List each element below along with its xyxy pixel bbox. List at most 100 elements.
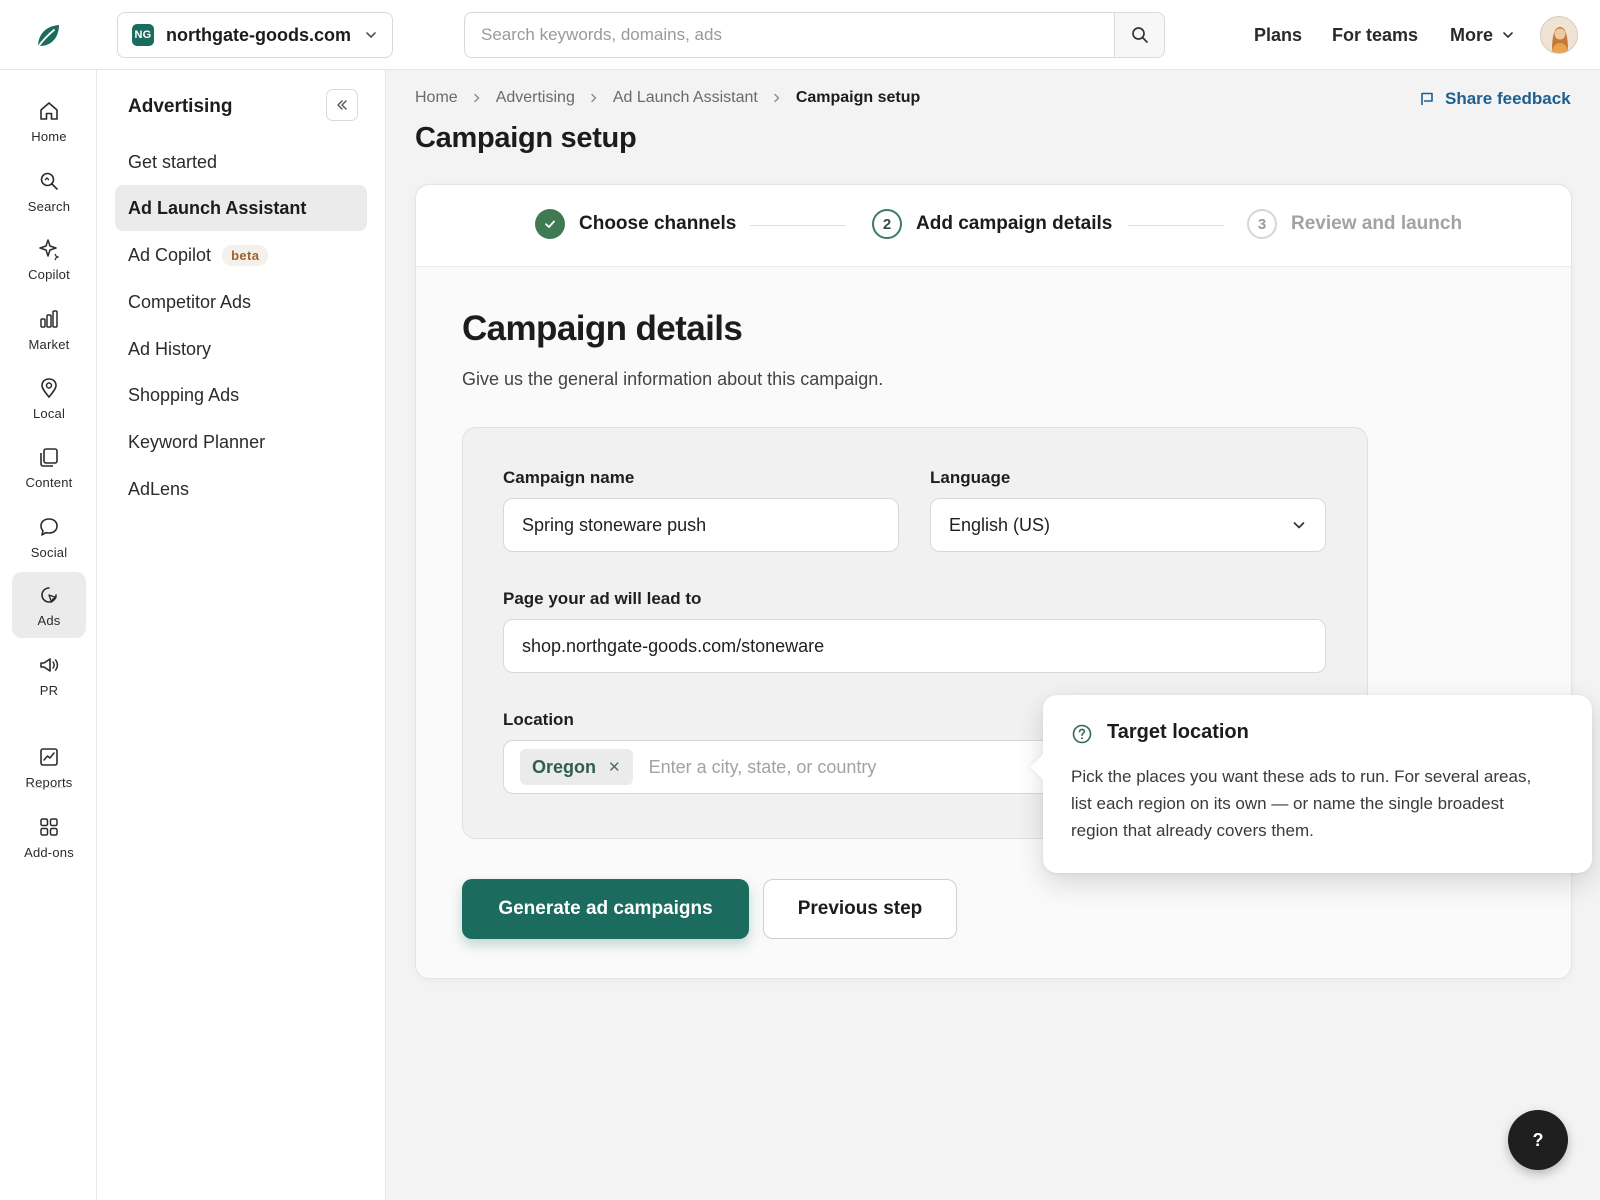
line-chart-icon (40, 747, 58, 766)
rail-label: Ads (37, 612, 61, 628)
target-cursor-icon (41, 586, 57, 603)
location-placeholder: Enter a city, state, or country (648, 756, 877, 777)
user-avatar-icon (1541, 17, 1577, 53)
search-input[interactable] (465, 13, 1114, 57)
step-connector (750, 225, 846, 226)
share-feedback-label: Share feedback (1445, 89, 1571, 108)
rail-local[interactable]: Local (12, 365, 86, 431)
search-button[interactable] (1114, 13, 1164, 57)
avatar[interactable] (1540, 16, 1578, 54)
chevron-down-icon (1293, 522, 1305, 529)
step-label: Add campaign details (916, 213, 1113, 234)
rail-add-ons[interactable]: Add-ons (12, 804, 86, 870)
page-title: Campaign setup (415, 122, 637, 154)
breadcrumb-home[interactable]: Home (415, 89, 458, 107)
language-value: English (US) (949, 514, 1051, 535)
location-label: Location (503, 710, 574, 729)
step-number: 2 (872, 209, 902, 239)
sidebar-item-adlens[interactable]: AdLens (115, 466, 367, 512)
help-button[interactable]: ? (1508, 1110, 1568, 1170)
section-subtitle: Give us the general information about th… (462, 369, 884, 389)
generate-ad-campaigns-button[interactable]: Generate ad campaigns (462, 879, 749, 939)
grid-icon (40, 817, 58, 836)
sidebar-item-competitor-ads[interactable]: Competitor Ads (115, 279, 367, 325)
nav-for-teams[interactable]: For teams (1332, 0, 1418, 70)
chevron-down-icon (1503, 32, 1513, 38)
collapse-sidebar-button[interactable] (326, 89, 358, 121)
target-location-tooltip: Target location Pick the places you want… (1043, 695, 1592, 873)
feedback-flag-icon (1421, 92, 1433, 105)
remove-chip-icon[interactable]: ✕ (608, 758, 621, 776)
breadcrumb-advertising[interactable]: Advertising (496, 89, 575, 107)
nav-more[interactable]: More (1450, 0, 1515, 70)
share-feedback-link[interactable]: Share feedback (1419, 89, 1571, 109)
rail-label: Local (32, 405, 66, 421)
landing-page-input[interactable]: shop.northgate-goods.com/stoneware (503, 619, 1326, 673)
landing-page-label: Page your ad will lead to (503, 589, 702, 608)
step-label: Choose channels (579, 213, 737, 234)
location-chip: Oregon ✕ (520, 749, 633, 785)
chevron-right-icon (591, 93, 597, 103)
domain-badge: NG (132, 24, 154, 46)
stepper: Choose channels 2 Add campaign details 3… (416, 185, 1571, 267)
breadcrumb-ad-launch-assistant[interactable]: Ad Launch Assistant (613, 89, 758, 107)
search-icon (40, 172, 58, 190)
section-title: Campaign details (462, 309, 743, 348)
beta-badge: beta (222, 244, 269, 266)
breadcrumb-current: Campaign setup (795, 89, 921, 106)
rail-market[interactable]: Market (12, 296, 86, 362)
sidebar-title: Advertising (128, 96, 233, 117)
rail-label: PR (39, 682, 59, 698)
global-search (464, 12, 1165, 58)
rail-pr[interactable]: PR (12, 642, 86, 708)
chat-bubble-icon (40, 517, 58, 536)
step-number: 3 (1247, 209, 1277, 239)
nav-plans[interactable]: Plans (1254, 0, 1302, 70)
map-pin-icon (41, 377, 57, 398)
sidebar-item-label: Ad Copilot (128, 244, 212, 265)
rail-label: Copilot (28, 266, 70, 282)
sidebar-item-ad-launch-assistant[interactable]: Ad Launch Assistant (115, 185, 367, 231)
search-icon (1131, 27, 1148, 43)
language-select[interactable]: English (US) (930, 498, 1326, 552)
chevron-down-icon (366, 32, 376, 38)
chevron-right-icon (473, 93, 480, 103)
sidebar-item-shopping-ads[interactable]: Shopping Ads (115, 372, 367, 418)
previous-step-button[interactable]: Previous step (763, 879, 957, 939)
domain-switcher[interactable]: NG northgate-goods.com (117, 12, 393, 58)
sidebar-item-keyword-planner[interactable]: Keyword Planner (115, 419, 367, 465)
rail-copilot[interactable]: Copilot (12, 226, 86, 292)
tooltip-title: Target location (1107, 721, 1249, 743)
rail-label: Social (30, 544, 68, 560)
advertising-sidebar: Advertising Get started Ad Launch Assist… (97, 70, 386, 1200)
home-icon (40, 101, 58, 120)
rail-reports[interactable]: Reports (12, 734, 86, 800)
rail-label: Search (27, 198, 71, 214)
step-choose-channels[interactable]: Choose channels (535, 209, 736, 239)
rail-search[interactable]: Search (12, 158, 86, 224)
campaign-name-label: Campaign name (503, 468, 635, 487)
leaf-logo-icon[interactable] (32, 20, 64, 52)
sidebar-item-ad-history[interactable]: Ad History (115, 326, 367, 372)
sidebar-item-ad-copilot[interactable]: Ad Copilot beta (115, 232, 367, 278)
rail-home[interactable]: Home (12, 88, 86, 154)
nav-more-label: More (1450, 24, 1494, 45)
breadcrumb: Home Advertising Ad Launch Assistant Cam… (415, 89, 920, 107)
step-review-and-launch[interactable]: 3 Review and launch (1247, 209, 1462, 239)
top-bar: NG northgate-goods.com Plans For teams M… (0, 0, 1600, 70)
step-complete-badge (535, 209, 565, 239)
check-icon (545, 220, 555, 228)
campaign-name-input[interactable]: Spring stoneware push (503, 498, 899, 552)
sidebar-item-get-started[interactable]: Get started (115, 139, 367, 185)
rail-content[interactable]: Content (12, 434, 86, 500)
step-add-campaign-details[interactable]: 2 Add campaign details (872, 209, 1112, 239)
step-label: Review and launch (1291, 213, 1463, 234)
bar-chart-icon (40, 309, 58, 328)
rail-label: Reports (25, 774, 73, 790)
rail-ads[interactable]: Ads (12, 572, 86, 638)
step-connector (1128, 225, 1224, 226)
chevron-right-icon (774, 93, 780, 103)
tooltip-body: Pick the places you want these ads to ru… (1071, 767, 1532, 840)
rail-social[interactable]: Social (12, 504, 86, 570)
megaphone-icon (40, 657, 59, 672)
